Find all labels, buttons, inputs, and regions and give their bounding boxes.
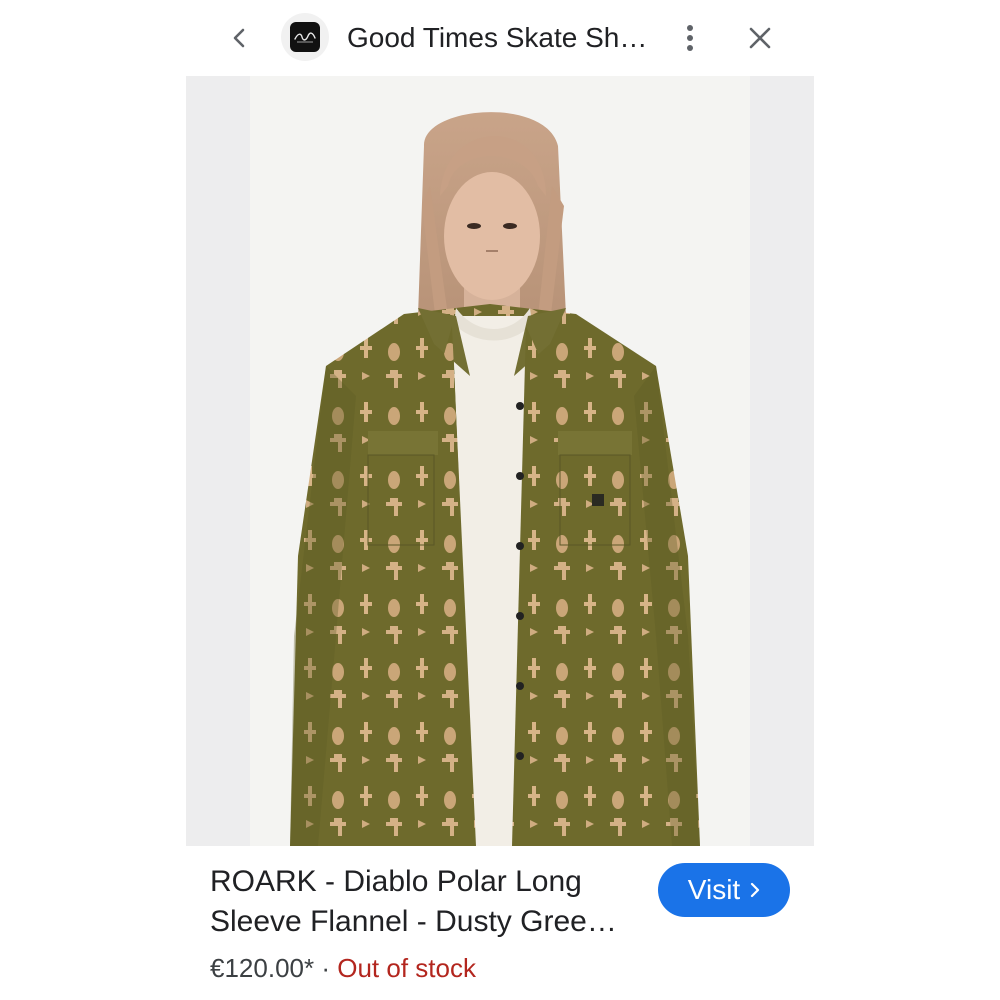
product-title[interactable]: ROARK - Diablo Polar Long Sleeve Flannel… bbox=[210, 862, 640, 942]
price-separator: · bbox=[321, 953, 331, 983]
visit-button[interactable]: Visit bbox=[658, 863, 790, 917]
close-button[interactable] bbox=[742, 20, 778, 56]
product-photo bbox=[186, 76, 814, 846]
more-options-button[interactable] bbox=[672, 20, 708, 56]
store-title: Good Times Skate Sh… bbox=[347, 22, 648, 53]
product-image[interactable] bbox=[186, 76, 814, 846]
product-title-line1: ROARK - Diablo Polar Long bbox=[210, 865, 582, 898]
product-viewer: Good Times Skate Sh… ROARK - Diablo Pola… bbox=[0, 0, 1000, 1000]
product-price: €120.00* bbox=[210, 953, 315, 983]
store-logo[interactable] bbox=[281, 13, 329, 61]
price-row: €120.00* · Out of stock bbox=[210, 950, 476, 986]
chevron-right-icon bbox=[750, 882, 760, 898]
close-icon bbox=[749, 27, 771, 49]
product-title-line2: Sleeve Flannel - Dusty Gree… bbox=[210, 905, 617, 938]
viewer-header: Good Times Skate Sh… bbox=[0, 0, 1000, 76]
stock-status: Out of stock bbox=[337, 953, 476, 983]
visit-label: Visit bbox=[687, 874, 741, 905]
chevron-left-icon bbox=[233, 28, 245, 48]
logo-script-icon bbox=[294, 32, 316, 43]
store-logo-mark bbox=[290, 22, 320, 52]
more-vert-icon bbox=[687, 25, 693, 51]
back-button[interactable] bbox=[222, 20, 258, 56]
